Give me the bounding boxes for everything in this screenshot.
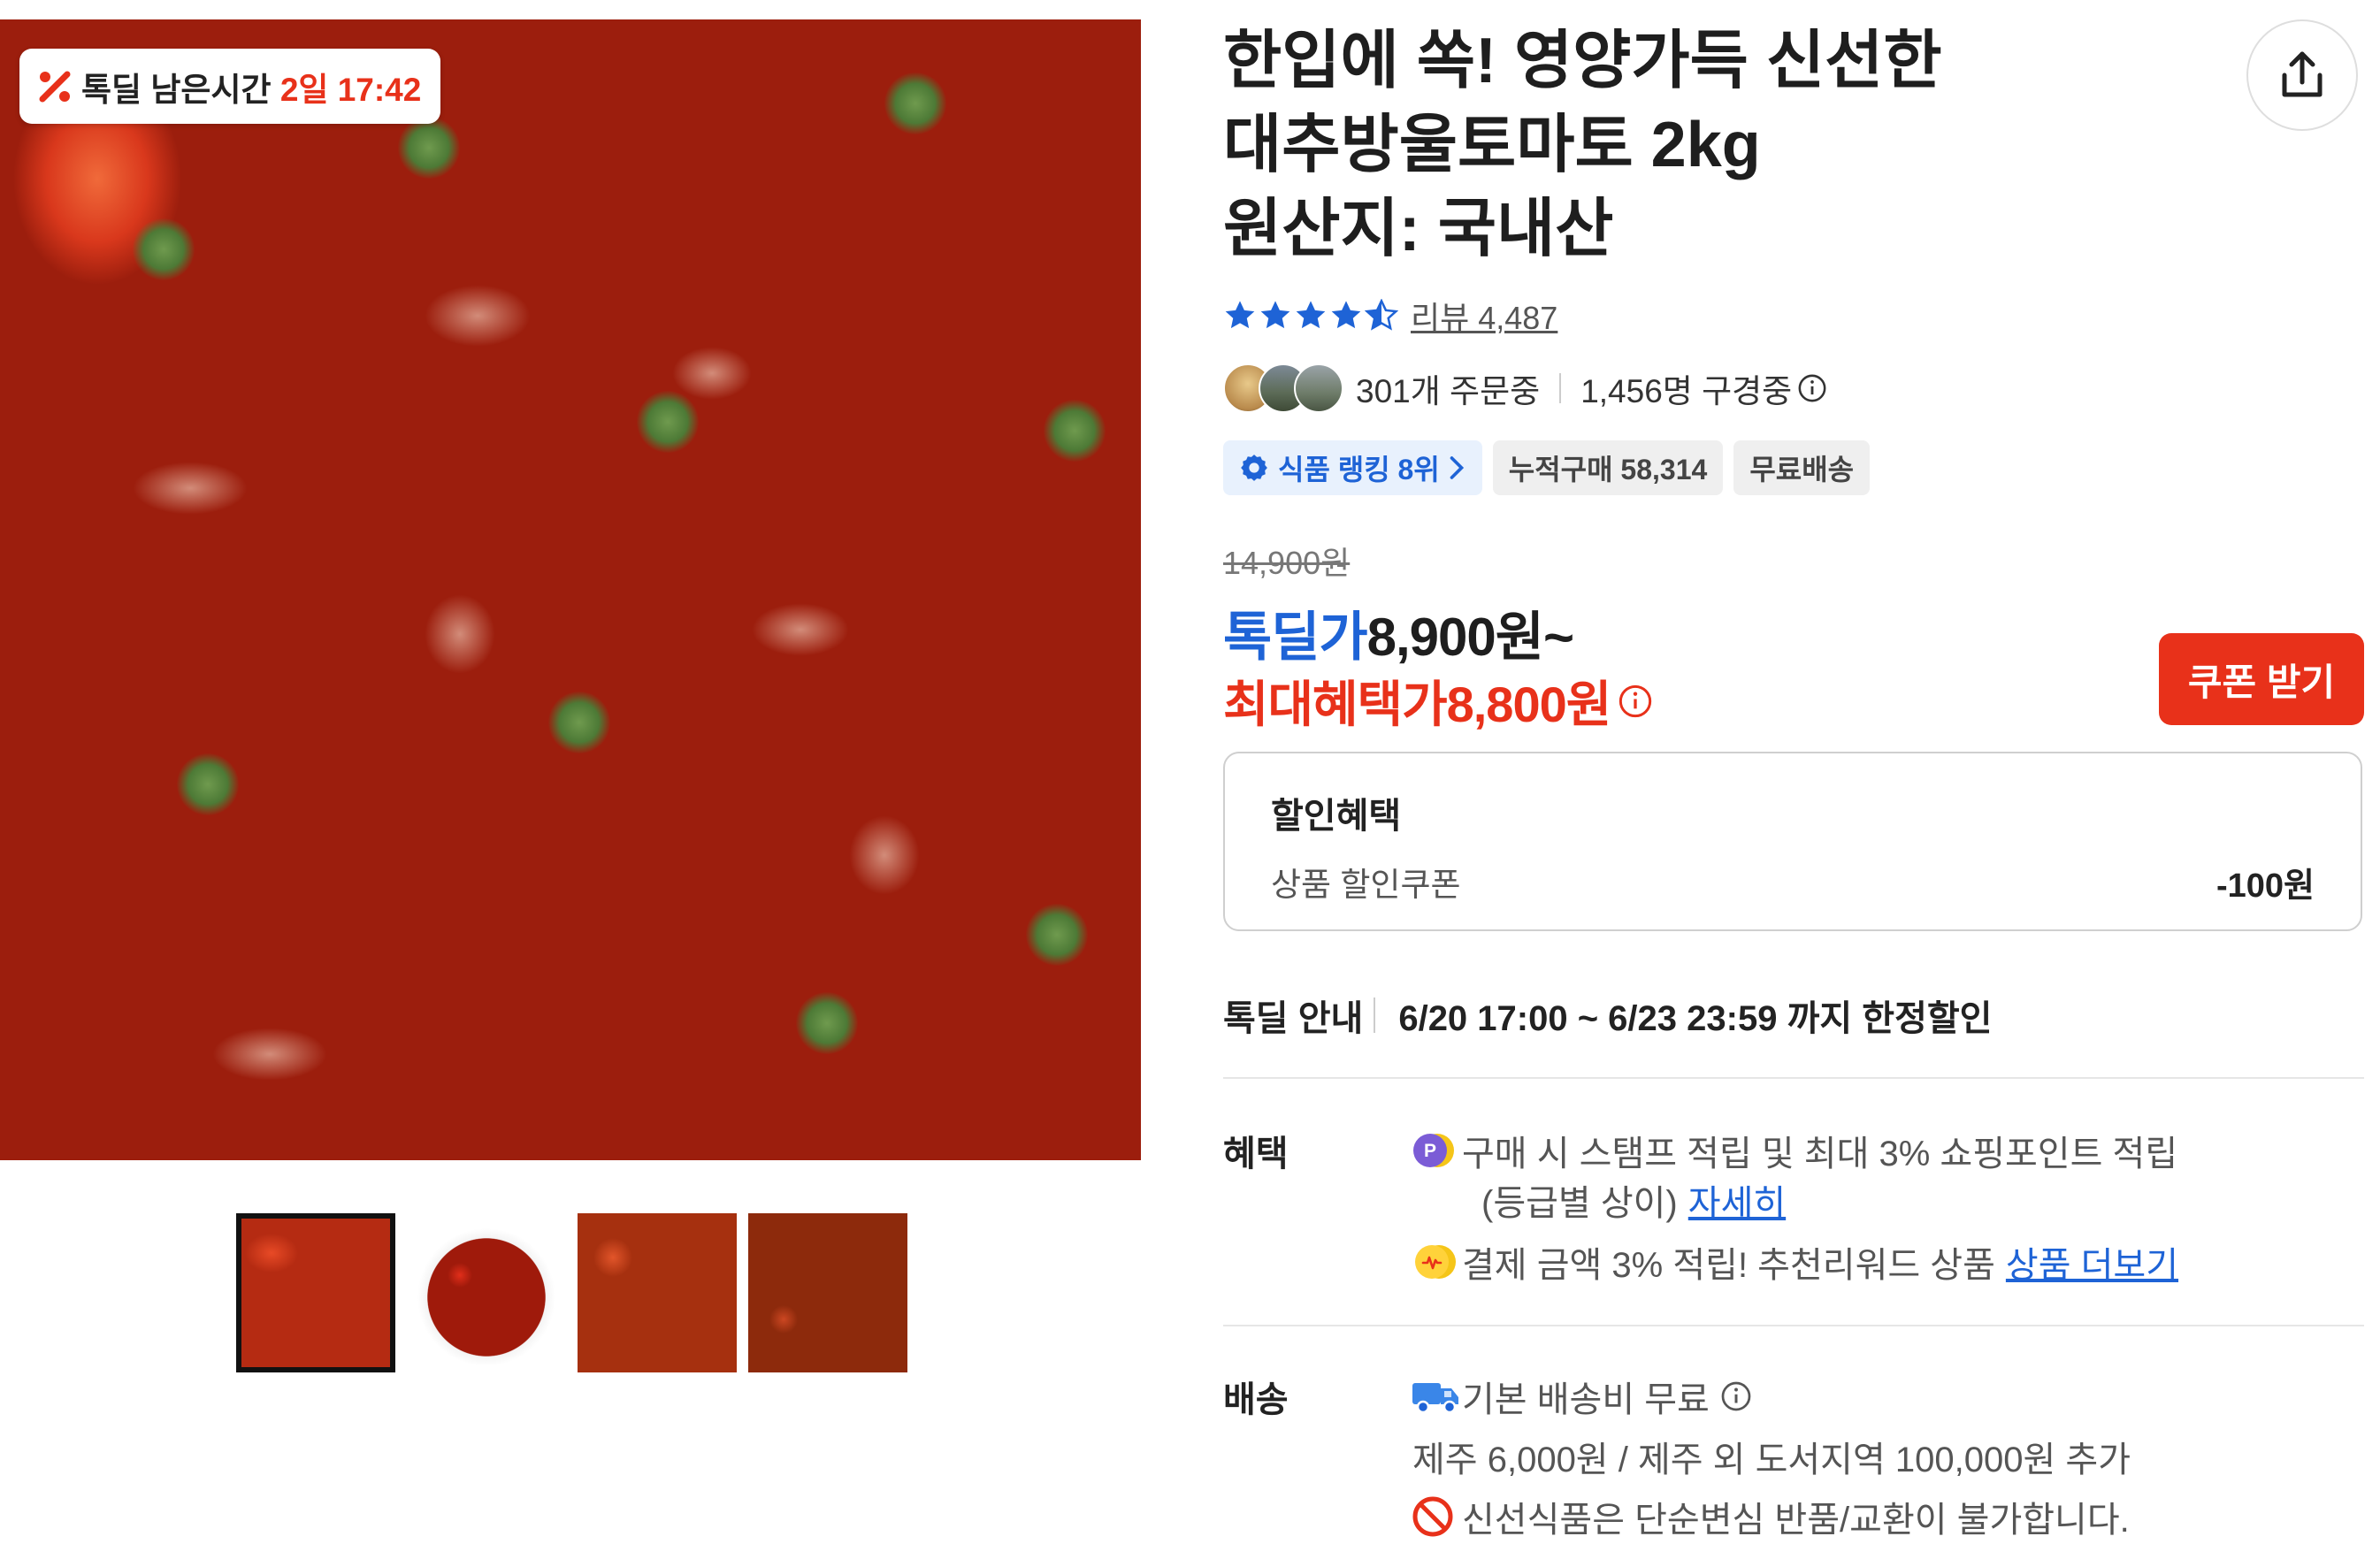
review-count-link[interactable]: 리뷰 4,487 <box>1411 293 1557 339</box>
product-title-line: 한입에 쏙! 영양가득 신선한 <box>1223 26 1942 96</box>
benefit-reward-text: 결제 금액 3% 적립! 추천리워드 상품 <box>1462 1246 1995 1285</box>
discount-benefits-box: 할인혜택 상품 할인쿠폰 -100원 <box>1223 752 2362 931</box>
tomato-highlight <box>672 347 752 400</box>
tomato-stem <box>177 753 239 815</box>
benefit-point-text-2: (등급별 상이) <box>1481 1184 1678 1223</box>
info-icon[interactable] <box>1797 373 1827 403</box>
rating-row: 리뷰 4,487 <box>1223 294 1557 338</box>
chevron-right-icon <box>1450 456 1464 479</box>
divider <box>1374 997 1376 1033</box>
delivery-label: 배송 <box>1223 1380 1289 1419</box>
divider <box>1559 373 1562 403</box>
no-return-icon <box>1412 1496 1453 1537</box>
star-full-icon <box>1260 301 1290 329</box>
benefit-reward-line: 결제 금액 3% 적립! 추천리워드 상품 상품 더보기 <box>1412 1236 2178 1288</box>
tomato-stem <box>796 992 858 1054</box>
reward-coin-icon <box>1415 1245 1456 1279</box>
product-title-line: 대추방울토마토 2kg <box>1223 110 1761 180</box>
talkdeal-timer-badge: 톡딜 남은시간 2일 17:42 <box>19 49 441 124</box>
tomato-highlight <box>849 815 920 895</box>
talkdeal-info-row: 톡딜 안내 6/20 17:00 ~ 6/23 23:59 까지 한정할인 <box>1223 989 1992 1042</box>
discount-item-label: 상품 할인쿠폰 <box>1271 867 1461 903</box>
coupon-download-button[interactable]: 쿠폰 받기 <box>2159 633 2364 725</box>
thumbnail-2[interactable] <box>407 1213 566 1372</box>
deal-price: 8,900원~ <box>1366 608 1574 667</box>
star-half-icon <box>1365 299 1398 331</box>
benefit-point-line-2: (등급별 상이) 자세히 <box>1481 1174 1786 1226</box>
tomato-stem <box>1044 400 1106 462</box>
tomato-stem <box>884 73 946 134</box>
delivery-fee-line: 기본 배송비 무료 <box>1412 1371 1752 1422</box>
tomato-stem <box>1026 904 1088 966</box>
tomato-highlight <box>133 462 248 515</box>
truck-icon <box>1412 1383 1458 1414</box>
deal-price-row: 톡딜가8,900원~ <box>1223 594 1574 671</box>
delivery-extra-fee: 제주 6,000원 / 제주 외 도서지역 100,000원 추가 <box>1412 1441 2131 1479</box>
product-title: 한입에 쏙! 영양가득 신선한 대추방울토마토 2kg 원산지: 국내산 <box>1223 19 2196 271</box>
tomato-stem <box>398 117 460 179</box>
ordering-count: 301개 주문중 <box>1356 373 1541 409</box>
free-shipping-badge: 무료배송 <box>1733 440 1871 495</box>
max-benefit-price: 최대혜택가8,800원 <box>1223 676 1611 732</box>
point-coin-icon: P <box>1413 1134 1454 1167</box>
product-badges: 식품 랭킹 8위 누적구매 58,314 무료배송 <box>1223 440 1880 495</box>
tomato-highlight <box>425 594 495 674</box>
talkdeal-info-label: 톡딜 안내 <box>1223 999 1364 1038</box>
avatar <box>1294 363 1343 413</box>
ranking-badge[interactable]: 식품 랭킹 8위 <box>1223 440 1482 495</box>
viewing-count: 1,456명 구경중 <box>1580 373 1793 409</box>
talkdeal-percent-icon <box>39 71 71 102</box>
tomato-stem <box>133 218 195 280</box>
section-divider <box>1223 1077 2364 1079</box>
deal-remaining-time: 2일 17:42 <box>279 71 422 108</box>
benefit-point-text: 구매 시 스탬프 적립 및 최대 3% 쇼핑포인트 적립 <box>1462 1135 2178 1173</box>
thumbnail-1[interactable] <box>236 1213 395 1372</box>
details-link[interactable]: 자세히 <box>1688 1174 1786 1226</box>
product-title-line: 원산지: 국내산 <box>1223 194 1614 264</box>
share-icon <box>2282 51 2323 97</box>
section-divider <box>1223 1325 2364 1326</box>
tomato-highlight <box>212 1028 327 1081</box>
thumbnail-4[interactable] <box>748 1213 907 1372</box>
original-price: 14,900원 <box>1223 545 1351 581</box>
ranking-seal-icon <box>1241 455 1267 481</box>
tomato-highlight <box>425 285 531 347</box>
tomato-stem <box>548 692 610 753</box>
discount-title: 할인혜택 <box>1271 797 1402 836</box>
info-icon[interactable] <box>1618 684 1653 719</box>
main-product-image[interactable] <box>0 19 1141 1160</box>
star-full-icon <box>1296 301 1326 329</box>
delivery-extra-line: 제주 6,000원 / 제주 외 도서지역 100,000원 추가 <box>1412 1431 2131 1482</box>
info-icon[interactable] <box>1720 1380 1752 1412</box>
more-products-link[interactable]: 상품 더보기 <box>2006 1236 2178 1288</box>
deal-price-label: 톡딜가 <box>1223 608 1368 667</box>
buyers-activity-row: 301개 주문중 1,456명 구경중 <box>1223 361 1827 416</box>
thumbnail-3[interactable] <box>578 1213 737 1372</box>
deal-badge-label: 톡딜 남은시간 <box>81 71 280 108</box>
discount-item-amount: -100원 <box>2215 868 2315 905</box>
star-full-icon <box>1331 301 1361 329</box>
benefit-point-line: P 구매 시 스탬프 적립 및 최대 3% 쇼핑포인트 적립 <box>1412 1125 2177 1176</box>
svg-text:P: P <box>1424 1141 1436 1161</box>
talkdeal-period: 6/20 17:00 ~ 6/23 23:59 까지 한정할인 <box>1398 999 1993 1038</box>
ranking-badge-label: 식품 랭킹 8위 <box>1278 454 1440 485</box>
cumulative-purchase-badge: 누적구매 58,314 <box>1492 440 1724 495</box>
benefits-label: 혜택 <box>1223 1135 1289 1173</box>
star-full-icon <box>1225 301 1255 329</box>
delivery-notice: 신선식품은 단순변심 반품/교환이 불가합니다. <box>1462 1501 2130 1540</box>
tomato-stem <box>637 391 699 453</box>
delivery-notice-line: 신선식품은 단순변심 반품/교환이 불가합니다. <box>1412 1491 2130 1542</box>
max-benefit-row: 최대혜택가8,800원 <box>1223 665 1653 737</box>
share-button[interactable] <box>2246 19 2358 131</box>
star-rating <box>1223 299 1400 332</box>
tomato-highlight <box>752 603 849 656</box>
delivery-fee: 기본 배송비 무료 <box>1462 1380 1710 1419</box>
